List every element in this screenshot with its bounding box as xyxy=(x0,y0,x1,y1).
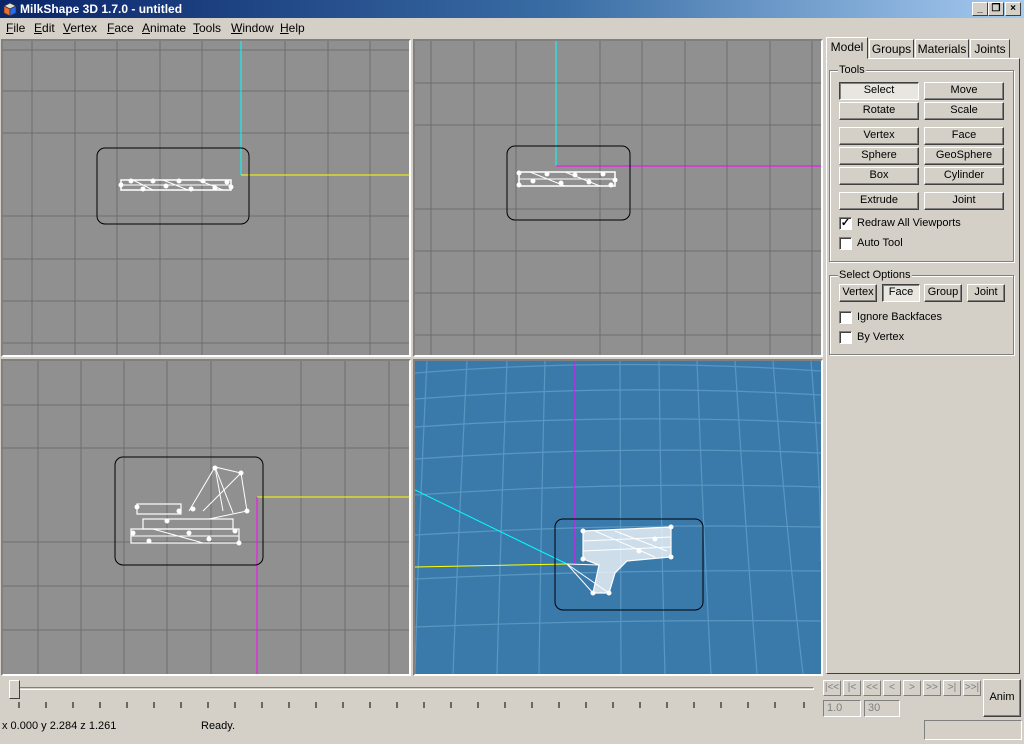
viewport-3d[interactable] xyxy=(413,359,823,676)
rotate-tool-button[interactable]: Rotate xyxy=(839,102,919,120)
top-view-canvas xyxy=(3,361,409,674)
viewport-front[interactable] xyxy=(1,39,411,357)
select-group-button[interactable]: Group xyxy=(924,284,962,302)
face-tool-button[interactable]: Face xyxy=(924,127,1004,145)
select-face-button[interactable]: Face xyxy=(882,284,920,302)
geosphere-tool-button[interactable]: GeoSphere xyxy=(924,147,1004,165)
timeline-track[interactable] xyxy=(14,687,814,690)
viewport-top[interactable] xyxy=(1,359,411,676)
timeline-slider-thumb[interactable] xyxy=(9,680,20,699)
milkshape-app-icon xyxy=(3,2,17,17)
anim-button[interactable]: Anim xyxy=(983,679,1021,717)
status-bar: x 0.000 y 2.284 z 1.261 Ready. xyxy=(0,718,1024,744)
checkmark-icon: ✓ xyxy=(839,217,852,230)
checkbox-box xyxy=(839,237,852,250)
redraw-all-viewports-label: Redraw All Viewports xyxy=(857,217,961,229)
auto-tool-label: Auto Tool xyxy=(857,237,903,249)
tab-content: Tools Select Move Rotate Scale Vertex Fa… xyxy=(826,58,1020,674)
box-tool-button[interactable]: Box xyxy=(839,167,919,185)
perspective-view-canvas xyxy=(415,361,821,674)
menu-tools[interactable]: Tools xyxy=(193,21,221,35)
vertex-tool-button[interactable]: Vertex xyxy=(839,127,919,145)
extrude-tool-button[interactable]: Extrude xyxy=(839,192,919,210)
fast-forward-icon[interactable]: >> xyxy=(923,680,941,696)
select-tool-button[interactable]: Select xyxy=(839,82,919,100)
title-bar: MilkShape 3D 1.7.0 - untitled _ ❐ × xyxy=(0,0,1024,18)
move-tool-button[interactable]: Move xyxy=(924,82,1004,100)
tab-model[interactable]: Model xyxy=(826,37,868,59)
menu-animate[interactable]: Animate xyxy=(142,21,186,35)
tools-group: Tools Select Move Rotate Scale Vertex Fa… xyxy=(829,64,1014,262)
menu-bar: File Edit Vertex Face Animate Tools Wind… xyxy=(0,18,1024,38)
checkbox-box xyxy=(839,311,852,324)
last-frame-icon[interactable]: >>| xyxy=(963,680,981,696)
timeline-ticks xyxy=(18,702,805,708)
select-joint-button[interactable]: Joint xyxy=(967,284,1005,302)
next-frame-icon[interactable]: > xyxy=(903,680,921,696)
joint-tool-button[interactable]: Joint xyxy=(924,192,1004,210)
model-panel: Model Groups Materials Joints Tools Sele… xyxy=(826,37,1024,674)
next-key-icon[interactable]: >| xyxy=(943,680,961,696)
menu-edit[interactable]: Edit xyxy=(34,21,55,35)
checkbox-box xyxy=(839,331,852,344)
menu-file[interactable]: File xyxy=(6,21,25,35)
window-title: MilkShape 3D 1.7.0 - untitled xyxy=(20,2,183,16)
front-view-canvas xyxy=(3,41,409,355)
prev-key-icon[interactable]: |< xyxy=(843,680,861,696)
ignore-backfaces-label: Ignore Backfaces xyxy=(857,311,942,323)
select-vertex-button[interactable]: Vertex xyxy=(839,284,877,302)
tab-joints[interactable]: Joints xyxy=(970,39,1010,58)
prev-frame-icon[interactable]: < xyxy=(883,680,901,696)
select-options-title: Select Options xyxy=(838,269,912,281)
restore-button[interactable]: ❐ xyxy=(988,2,1004,16)
cylinder-tool-button[interactable]: Cylinder xyxy=(924,167,1004,185)
tools-group-title: Tools xyxy=(838,64,866,76)
close-button[interactable]: × xyxy=(1005,2,1021,16)
tab-groups[interactable]: Groups xyxy=(869,39,914,58)
status-message: Ready. xyxy=(201,720,236,732)
current-frame-field[interactable]: 1.0 xyxy=(823,700,861,717)
scale-tool-button[interactable]: Scale xyxy=(924,102,1004,120)
viewport-side[interactable] xyxy=(413,39,823,357)
select-options-group: Select Options Vertex Face Group Joint I… xyxy=(829,269,1014,355)
sphere-tool-button[interactable]: Sphere xyxy=(839,147,919,165)
menu-vertex[interactable]: Vertex xyxy=(63,21,97,35)
menu-help[interactable]: Help xyxy=(280,21,305,35)
total-frames-field[interactable]: 30 xyxy=(864,700,900,717)
application-window: MilkShape 3D 1.7.0 - untitled _ ❐ × File… xyxy=(0,0,1024,744)
menu-face[interactable]: Face xyxy=(107,21,134,35)
side-view-canvas xyxy=(415,41,821,355)
tab-materials[interactable]: Materials xyxy=(915,39,969,58)
status-panel xyxy=(924,720,1022,740)
by-vertex-label: By Vertex xyxy=(857,331,905,343)
minimize-button[interactable]: _ xyxy=(972,2,988,16)
menu-window[interactable]: Window xyxy=(231,21,274,35)
rewind-icon[interactable]: << xyxy=(863,680,881,696)
first-frame-icon[interactable]: |<< xyxy=(823,680,841,696)
coordinate-readout: x 0.000 y 2.284 z 1.261 xyxy=(2,720,117,732)
